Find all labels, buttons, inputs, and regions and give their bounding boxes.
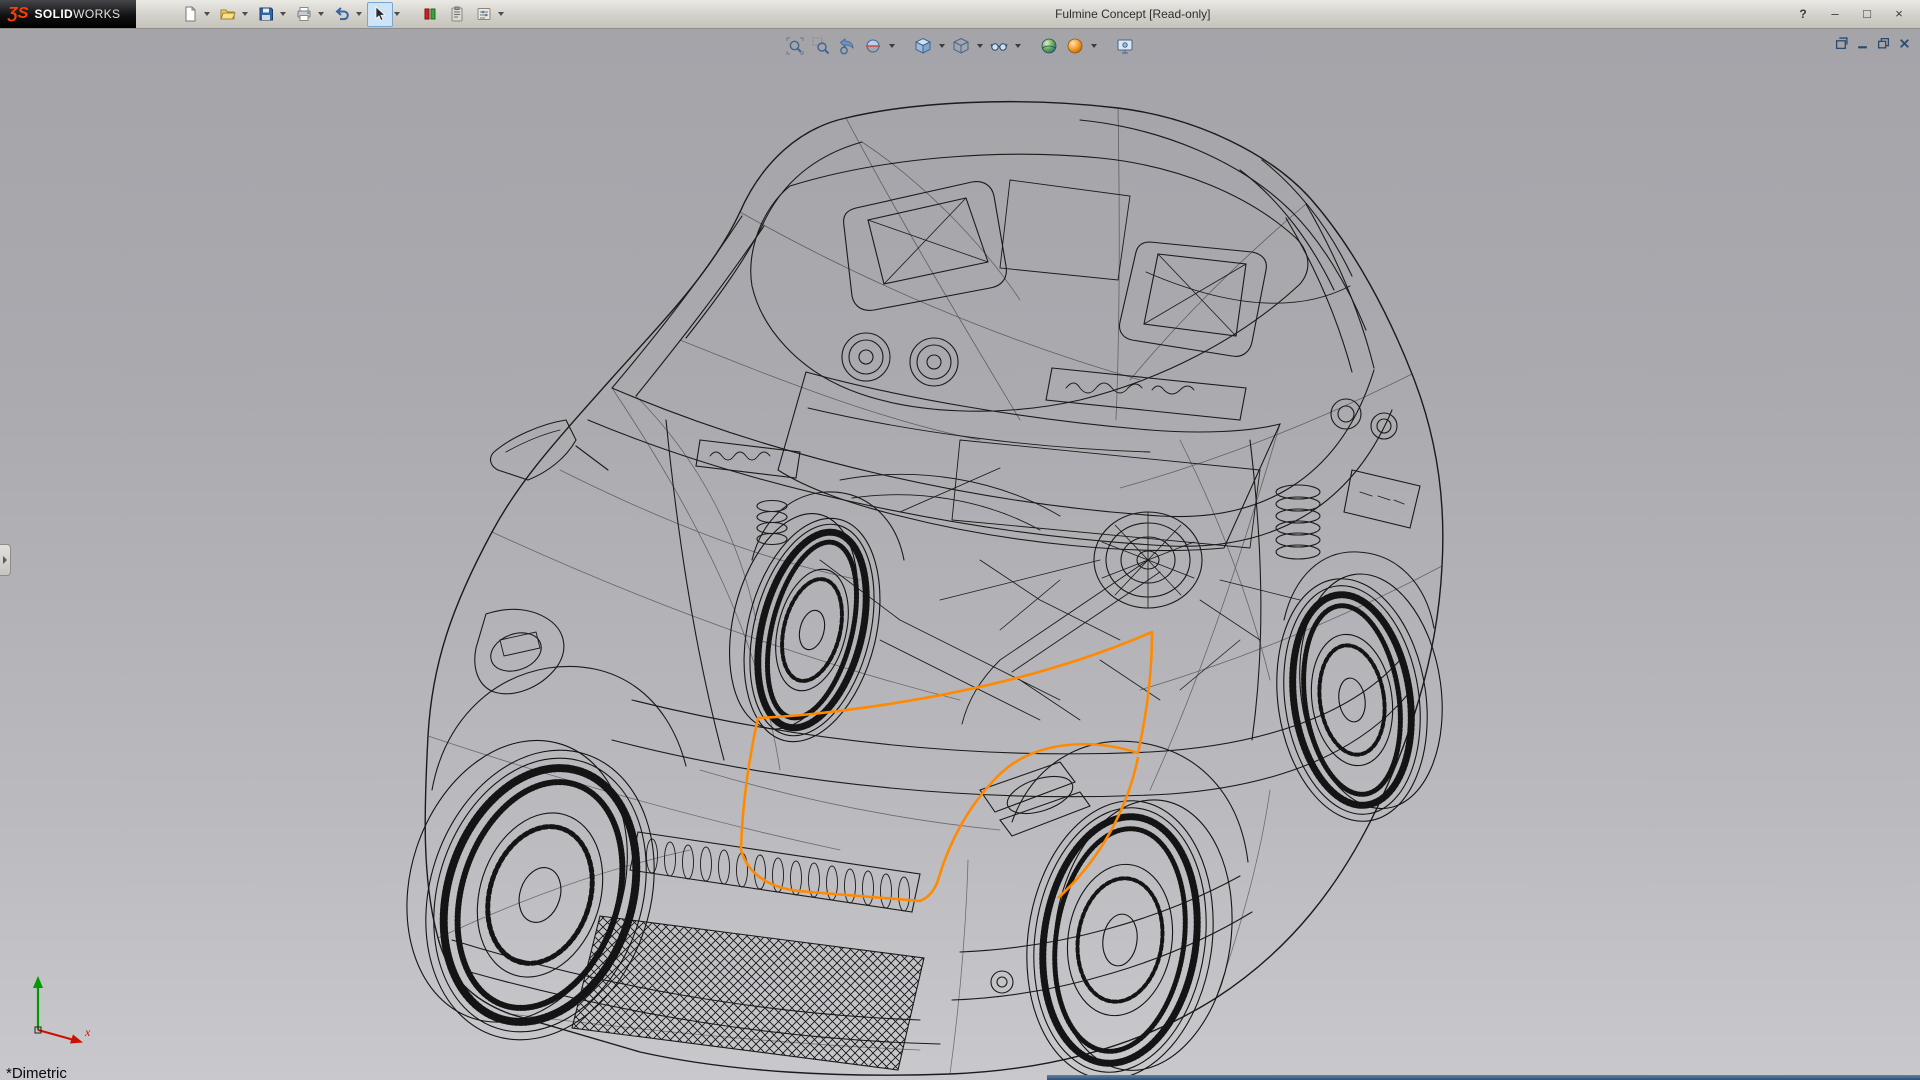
view-orientation-button[interactable] <box>911 34 935 58</box>
undo-dropdown[interactable] <box>356 12 362 16</box>
hide-show-items-button[interactable] <box>987 34 1011 58</box>
view-orientation-label: *Dimetric <box>6 1065 67 1080</box>
brand-text: SOLIDWORKS <box>34 7 120 21</box>
zoom-to-fit-icon <box>786 37 804 55</box>
select-button[interactable] <box>367 2 393 27</box>
doc-restore-icon <box>1877 37 1890 50</box>
view-settings-button[interactable] <box>1113 34 1137 58</box>
options-button[interactable] <box>471 2 497 27</box>
edit-appearance-dropdown[interactable] <box>1091 44 1097 48</box>
previous-view-button[interactable] <box>835 34 859 58</box>
save-button[interactable] <box>253 2 279 27</box>
view-orientation-dropdown[interactable] <box>939 44 945 48</box>
close-button[interactable]: × <box>1890 0 1908 28</box>
display-style-icon <box>952 37 970 55</box>
brand-prefix: SOLID <box>34 7 73 21</box>
new-document-icon <box>182 6 198 22</box>
title-bar: ƷS SOLIDWORKS Fu <box>0 0 1920 29</box>
headsup-view-toolbar <box>783 34 1137 58</box>
zoom-to-fit-button[interactable] <box>783 34 807 58</box>
doc-close-icon <box>1898 37 1911 50</box>
save-dropdown[interactable] <box>280 12 286 16</box>
previous-view-icon <box>838 37 856 55</box>
new-document-button[interactable] <box>177 2 203 27</box>
taskbar-sliver[interactable] <box>1047 1075 1920 1080</box>
edit-appearance-button[interactable] <box>1063 34 1087 58</box>
doc-float-icon <box>1835 37 1848 50</box>
expand-arrow-icon <box>3 556 7 564</box>
new-document-dropdown[interactable] <box>204 12 210 16</box>
section-view-button[interactable] <box>861 34 885 58</box>
y-axis-arrowhead <box>33 976 43 988</box>
select-cursor-icon <box>372 6 388 22</box>
brand-suffix: WORKS <box>73 7 120 21</box>
rebuild-icon <box>422 6 438 22</box>
open-folder-icon <box>220 6 236 22</box>
options-icon <box>476 6 492 22</box>
selected-sketch[interactable] <box>741 632 1152 901</box>
print-dropdown[interactable] <box>318 12 324 16</box>
window-controls: ? – □ × <box>1794 0 1920 28</box>
view-orientation-cube-icon <box>914 37 932 55</box>
doc-minimize-icon <box>1856 37 1869 50</box>
apply-scene-button[interactable] <box>1037 34 1061 58</box>
doc-float-button[interactable] <box>1834 36 1849 50</box>
hide-show-dropdown[interactable] <box>1015 44 1021 48</box>
undo-button[interactable] <box>329 2 355 27</box>
edit-appearance-icon <box>1066 37 1084 55</box>
graphics-viewport[interactable]: x *Dimetric <box>0 28 1920 1080</box>
apply-scene-icon <box>1040 37 1058 55</box>
x-axis <box>38 1030 74 1040</box>
doc-restore-button[interactable] <box>1876 36 1891 50</box>
section-view-dropdown[interactable] <box>889 44 895 48</box>
display-style-dropdown[interactable] <box>977 44 983 48</box>
print-icon <box>296 6 312 22</box>
save-floppy-icon <box>258 6 274 22</box>
doc-close-button[interactable] <box>1897 36 1912 50</box>
solidworks-logo-icon: ƷS <box>8 6 28 22</box>
zoom-to-area-icon <box>812 37 830 55</box>
x-axis-arrowhead <box>70 1035 83 1044</box>
open-button[interactable] <box>215 2 241 27</box>
print-button[interactable] <box>291 2 317 27</box>
doc-minimize-button[interactable] <box>1855 36 1870 50</box>
wireframe-model[interactable] <box>0 28 1920 1080</box>
section-view-icon <box>864 37 882 55</box>
help-button[interactable]: ? <box>1794 0 1812 28</box>
file-properties-button[interactable] <box>444 2 470 27</box>
maximize-button[interactable]: □ <box>1858 0 1876 28</box>
view-settings-icon <box>1116 37 1134 55</box>
feature-manager-collapse-tab[interactable] <box>0 544 11 576</box>
solidworks-logo: ƷS SOLIDWORKS <box>0 0 136 28</box>
rebuild-button[interactable] <box>417 2 443 27</box>
clipboard-icon <box>449 6 465 22</box>
document-window-controls <box>1834 36 1912 50</box>
car-body-wireframe <box>369 102 1458 1080</box>
display-style-button[interactable] <box>949 34 973 58</box>
open-dropdown[interactable] <box>242 12 248 16</box>
options-dropdown[interactable] <box>498 12 504 16</box>
reference-triad[interactable]: x <box>22 970 100 1050</box>
wheel-rear-right <box>1261 565 1458 831</box>
select-dropdown[interactable] <box>394 12 400 16</box>
wheel-front-right <box>1009 785 1249 1080</box>
x-axis-label: x <box>84 1025 91 1039</box>
zoom-to-area-button[interactable] <box>809 34 833 58</box>
undo-arrow-icon <box>334 6 350 22</box>
minimize-button[interactable]: – <box>1826 0 1844 28</box>
wheel-rear-left <box>707 500 902 756</box>
window-title: Fulmine Concept [Read-only] <box>1055 0 1210 28</box>
main-toolbar <box>176 0 508 28</box>
hide-show-glasses-icon <box>990 37 1008 55</box>
